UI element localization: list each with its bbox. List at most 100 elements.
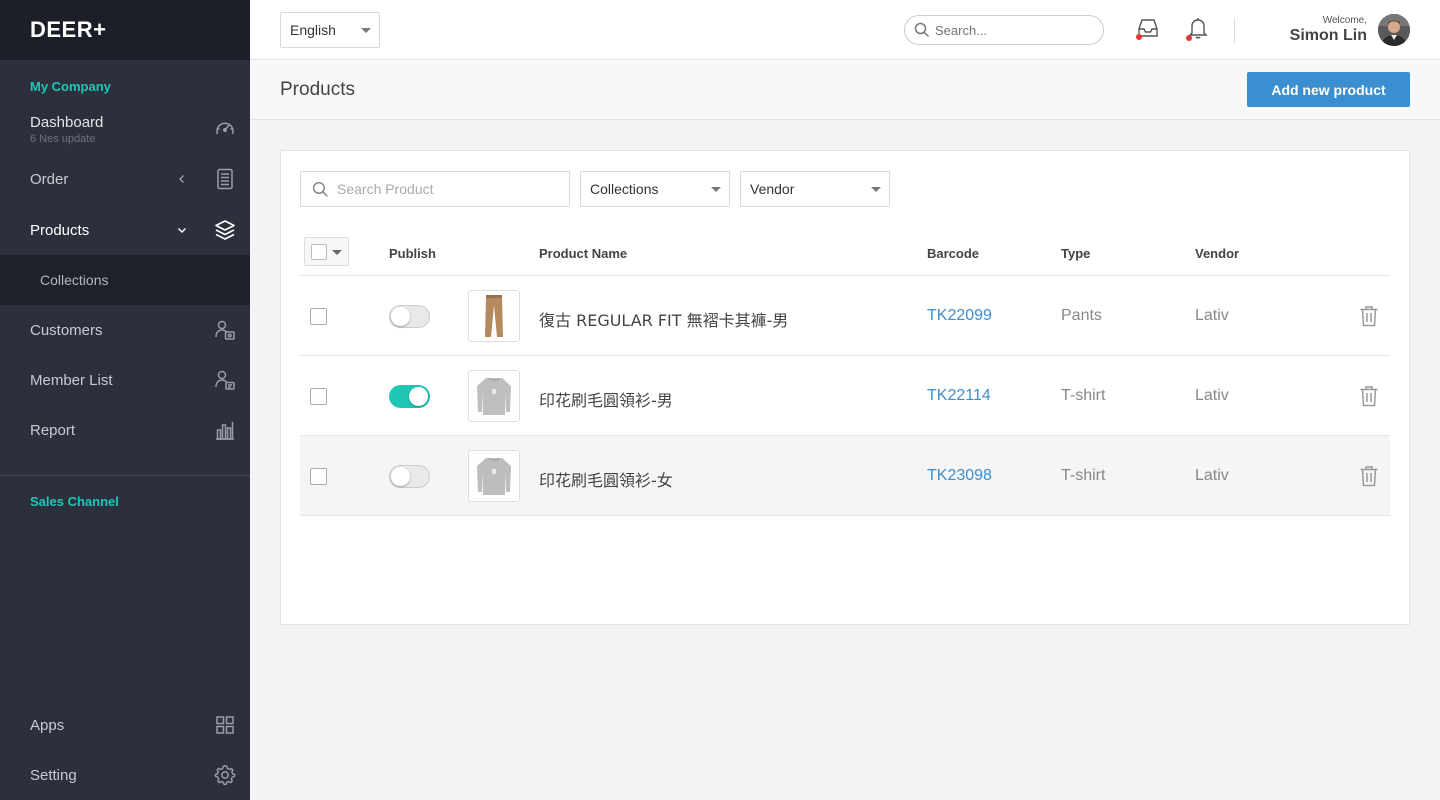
sidebar-item-collections[interactable]: Collections xyxy=(0,255,250,305)
language-select-value: English xyxy=(290,22,336,38)
global-search-box[interactable] xyxy=(904,15,1104,45)
sidebar-item-order[interactable]: Order xyxy=(0,154,250,204)
page-header: Products Add new product xyxy=(250,60,1440,120)
column-header-type[interactable]: Type xyxy=(1061,246,1090,261)
add-product-button[interactable]: Add new product xyxy=(1247,72,1410,107)
caret-down-icon xyxy=(332,249,342,255)
sidebar-item-setting[interactable]: Setting xyxy=(0,750,250,800)
sidebar-item-label: Apps xyxy=(30,716,65,734)
table-row[interactable]: 印花刷毛圓領衫-女 TK23098 T-shirt Lativ xyxy=(300,436,1390,516)
collections-filter[interactable]: Collections xyxy=(580,171,730,207)
document-list-icon xyxy=(214,168,236,190)
sidebar-item-label: Setting xyxy=(30,766,77,784)
search-icon xyxy=(914,22,930,41)
sweatshirt-image xyxy=(477,457,511,495)
sidebar-item-label: Report xyxy=(30,421,76,439)
product-search-box[interactable]: Search Product xyxy=(300,171,570,207)
toggle-knob xyxy=(391,467,410,486)
product-search-placeholder[interactable]: Search Product xyxy=(337,181,434,197)
product-thumbnail[interactable] xyxy=(468,370,520,422)
grid-icon xyxy=(214,714,236,736)
row-checkbox[interactable] xyxy=(310,308,327,325)
chevron-down-icon xyxy=(176,224,188,236)
language-select[interactable]: English xyxy=(280,12,380,48)
sweatshirt-image xyxy=(477,377,511,415)
caret-down-icon xyxy=(711,187,721,192)
top-bar: English Welcome, Simon Lin xyxy=(250,0,1440,60)
publish-toggle[interactable] xyxy=(389,465,430,488)
brand-logo[interactable]: DEER+ xyxy=(0,0,250,60)
product-barcode-link[interactable]: TK22114 xyxy=(927,387,991,405)
toggle-knob xyxy=(391,307,410,326)
vendor-filter[interactable]: Vendor xyxy=(740,171,890,207)
vendor-filter-value: Vendor xyxy=(750,181,795,197)
topbar-divider xyxy=(1234,18,1235,44)
speedometer-icon xyxy=(214,118,236,140)
table-row[interactable]: 印花刷毛圓領衫-男 TK22114 T-shirt Lativ xyxy=(300,356,1390,436)
product-barcode-link[interactable]: TK23098 xyxy=(927,467,992,485)
column-header-vendor[interactable]: Vendor xyxy=(1195,246,1239,261)
publish-toggle[interactable] xyxy=(389,305,430,328)
product-type: T-shirt xyxy=(1061,467,1106,484)
product-type: Pants xyxy=(1061,307,1102,324)
caret-down-icon xyxy=(361,28,371,33)
bar-chart-icon xyxy=(214,419,236,441)
sidebar-item-report[interactable]: Report xyxy=(0,405,250,455)
product-vendor: Lativ xyxy=(1195,467,1229,484)
product-vendor: Lativ xyxy=(1195,387,1229,404)
sidebar-item-apps[interactable]: Apps xyxy=(0,700,250,750)
bulk-select-dropdown[interactable] xyxy=(304,237,349,266)
product-name[interactable]: 印花刷毛圓領衫-女 xyxy=(539,467,673,491)
toggle-knob xyxy=(409,387,428,406)
publish-toggle[interactable] xyxy=(389,385,430,408)
table-row[interactable]: 復古 REGULAR FIT 無褶卡其褲-男 TK22099 Pants Lat… xyxy=(300,276,1390,356)
sidebar: DEER+ My Company Dashboard 6 Nes update … xyxy=(0,0,250,800)
collections-filter-value: Collections xyxy=(590,181,659,197)
user-welcome[interactable]: Welcome, Simon Lin xyxy=(1290,15,1367,45)
product-vendor: Lativ xyxy=(1195,307,1229,324)
trash-icon[interactable] xyxy=(1359,465,1379,487)
product-thumbnail[interactable] xyxy=(468,450,520,502)
page-title: Products xyxy=(280,79,355,100)
sidebar-item-label: Products xyxy=(30,221,90,239)
column-header-product-name[interactable]: Product Name xyxy=(539,246,627,261)
chevron-left-icon xyxy=(176,173,188,185)
sidebar-item-label: Member List xyxy=(30,371,113,389)
trash-icon[interactable] xyxy=(1359,305,1379,327)
product-name[interactable]: 印花刷毛圓領衫-男 xyxy=(539,387,673,411)
notifications-button[interactable] xyxy=(1186,16,1212,42)
boxes-icon xyxy=(214,219,236,241)
sidebar-item-label: Dashboard xyxy=(30,113,104,131)
product-thumbnail[interactable] xyxy=(468,290,520,342)
member-list-icon xyxy=(214,369,236,391)
column-header-barcode[interactable]: Barcode xyxy=(927,246,979,261)
product-barcode-link[interactable]: TK22099 xyxy=(927,307,992,325)
inbox-notification-dot xyxy=(1136,34,1142,40)
search-icon xyxy=(312,181,329,201)
dashboard-update-count: 6 Nes update xyxy=(30,132,96,145)
gear-icon xyxy=(214,764,236,786)
row-checkbox[interactable] xyxy=(310,468,327,485)
inbox-button[interactable] xyxy=(1136,17,1162,43)
products-card: Search Product Collections Vendor Publis… xyxy=(280,150,1410,625)
avatar[interactable] xyxy=(1378,14,1410,46)
table-header: Publish Product Name Barcode Type Vendor xyxy=(300,237,1390,276)
customers-icon xyxy=(214,319,236,341)
section-label-my-company: My Company xyxy=(30,79,111,94)
notification-dot xyxy=(1186,35,1192,41)
global-search-input[interactable] xyxy=(935,22,1085,38)
sidebar-item-products[interactable]: Products xyxy=(0,205,250,255)
sidebar-item-customers[interactable]: Customers xyxy=(0,305,250,355)
column-header-publish[interactable]: Publish xyxy=(389,246,436,261)
sidebar-divider xyxy=(0,475,250,476)
user-name: Simon Lin xyxy=(1289,27,1367,44)
welcome-label: Welcome, xyxy=(1322,15,1367,26)
trash-icon[interactable] xyxy=(1359,385,1379,407)
product-name[interactable]: 復古 REGULAR FIT 無褶卡其褲-男 xyxy=(539,307,788,331)
pants-image xyxy=(485,295,503,337)
select-all-checkbox[interactable] xyxy=(311,244,327,260)
sidebar-item-dashboard[interactable]: Dashboard 6 Nes update xyxy=(0,104,250,154)
sidebar-item-member-list[interactable]: Member List xyxy=(0,355,250,405)
row-checkbox[interactable] xyxy=(310,388,327,405)
product-type: T-shirt xyxy=(1061,387,1106,404)
